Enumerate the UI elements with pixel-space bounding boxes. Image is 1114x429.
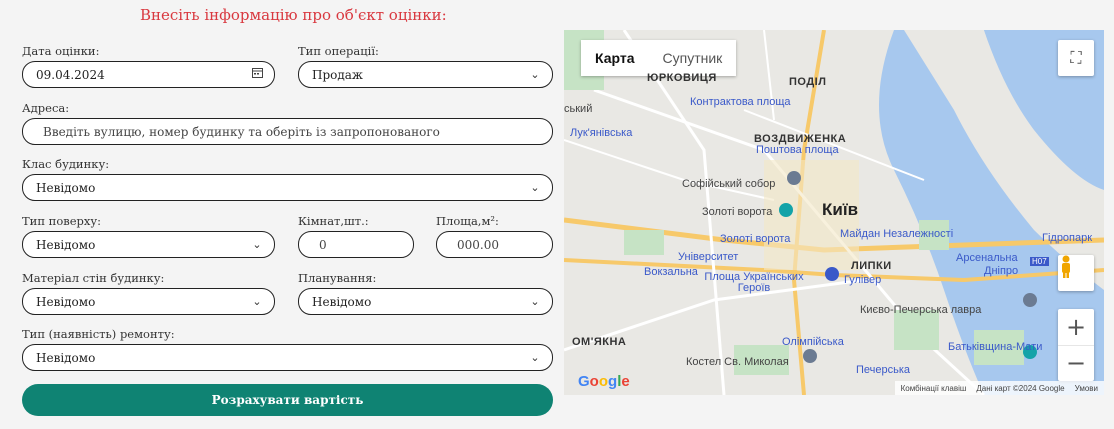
- map-data-text: Дані карт ©2024 Google: [976, 383, 1065, 393]
- rooms-label: Кімнат,шт.:: [298, 214, 369, 228]
- zoom-out-icon[interactable]: −: [1058, 346, 1094, 382]
- map-label: Майдан Незалежності: [840, 228, 954, 240]
- map-label: Софійський собор: [682, 178, 776, 190]
- chevron-down-icon: ⌄: [530, 68, 540, 81]
- map-label: ОМ'ЯКНА: [572, 336, 627, 348]
- road-badge: H07: [1030, 257, 1049, 266]
- chevron-down-icon: ⌄: [530, 351, 540, 364]
- tab-map[interactable]: Карта: [581, 40, 649, 76]
- map-label: Вокзальна: [644, 266, 698, 278]
- repair-value: Невідомо: [36, 350, 96, 365]
- park-area: [894, 310, 939, 350]
- repair-select[interactable]: Невідомо ⌄: [22, 344, 553, 371]
- landmark-marker: [779, 203, 793, 217]
- map-label: Дніпро: [984, 265, 1019, 277]
- map[interactable]: Карта Супутник ⛶ ЮРКОВИЦЯ ПОДІЛ Контракт…: [564, 30, 1104, 395]
- operation-value: Продаж: [312, 67, 363, 82]
- class-value: Невідомо: [36, 180, 96, 195]
- floor-type-label: Тип поверху:: [22, 214, 102, 228]
- form-title: Внесіть інформацію про об'єкт оцінки:: [140, 6, 447, 24]
- repair-label: Тип (наявність) ремонту:: [22, 327, 175, 341]
- keyboard-shortcuts-link[interactable]: Комбінації клавіш: [901, 384, 967, 393]
- address-placeholder: Введіть вулицю, номер будинку та оберіть…: [43, 124, 440, 139]
- map-type-tabs: Карта Супутник: [581, 40, 737, 76]
- class-label: Клас будинку:: [22, 157, 110, 171]
- address-input[interactable]: Введіть вулицю, номер будинку та оберіть…: [22, 118, 553, 145]
- layout-label: Планування:: [298, 271, 377, 285]
- chevron-down-icon: ⌄: [252, 295, 262, 308]
- map-label: Олімпійська: [782, 336, 844, 348]
- map-label: Лук'янівська: [570, 127, 633, 139]
- map-footer: Комбінації клавіш Дані карт ©2024 Google…: [894, 381, 1104, 395]
- map-label: Арсенальна: [956, 252, 1018, 264]
- pegman-icon[interactable]: [1058, 255, 1094, 291]
- layout-value: Невідомо: [312, 294, 372, 309]
- map-label: ПОДІЛ: [789, 76, 827, 88]
- map-label: ЛИПКИ: [851, 260, 892, 272]
- area-input[interactable]: 000.00: [436, 231, 553, 258]
- landmark-marker: [787, 171, 801, 185]
- map-label: Батьківщина-Мати: [948, 341, 1043, 353]
- city-label: Київ: [822, 200, 859, 219]
- map-label: Контрактова площа: [690, 96, 791, 108]
- area-label: Площа,м²:: [436, 214, 499, 228]
- map-label: ЮРКОВИЦЯ: [647, 72, 717, 84]
- map-label: Костел Св. Миколая: [686, 356, 789, 368]
- park-area: [624, 230, 664, 255]
- tab-satellite[interactable]: Супутник: [649, 40, 737, 76]
- fullscreen-icon[interactable]: ⛶: [1058, 40, 1094, 76]
- map-label: Університет: [678, 251, 739, 263]
- floor-type-value: Невідомо: [36, 237, 96, 252]
- map-label: Печерська: [856, 364, 911, 376]
- wall-value: Невідомо: [36, 294, 96, 309]
- wall-select[interactable]: Невідомо ⌄: [22, 288, 275, 315]
- address-label: Адреса:: [22, 101, 70, 115]
- operation-select[interactable]: Продаж ⌄: [298, 61, 553, 88]
- calculate-button[interactable]: Розрахувати вартість: [22, 384, 553, 416]
- zoom-in-icon[interactable]: +: [1058, 309, 1094, 346]
- chevron-down-icon: ⌄: [530, 295, 540, 308]
- map-label: ський: [564, 103, 593, 115]
- zoom-controls: + −: [1058, 309, 1094, 381]
- map-label: Поштова площа: [756, 144, 839, 156]
- date-input[interactable]: 09.04.2024: [22, 61, 275, 88]
- map-label: Києво-Печерська лавра: [860, 304, 982, 316]
- rooms-placeholder: 0: [319, 237, 327, 252]
- map-label: Гулівер: [844, 274, 882, 286]
- wall-label: Матеріал стін будинку:: [22, 271, 165, 285]
- road-minor: [564, 139, 775, 201]
- operation-label: Тип операції:: [298, 44, 379, 58]
- area-placeholder: 000.00: [457, 237, 499, 252]
- map-label: Золоті ворота: [702, 206, 773, 218]
- chevron-down-icon: ⌄: [252, 238, 262, 251]
- map-label: Гідропарк: [1042, 232, 1093, 244]
- map-label: Площа Українських Героїв: [704, 271, 804, 294]
- date-label: Дата оцінки:: [22, 44, 100, 58]
- map-label: Золоті ворота: [720, 233, 791, 245]
- layout-select[interactable]: Невідомо ⌄: [298, 288, 553, 315]
- landmark-marker: [825, 267, 839, 281]
- floor-type-select[interactable]: Невідомо ⌄: [22, 231, 275, 258]
- calendar-icon[interactable]: [240, 68, 274, 81]
- class-select[interactable]: Невідомо ⌄: [22, 174, 553, 201]
- google-logo: Google: [578, 373, 630, 390]
- terms-link[interactable]: Умови: [1075, 384, 1098, 393]
- landmark-marker: [803, 349, 817, 363]
- landmark-marker: [1023, 293, 1037, 307]
- chevron-down-icon: ⌄: [530, 181, 540, 194]
- rooms-input[interactable]: 0: [298, 231, 414, 258]
- date-value: 09.04.2024: [36, 67, 105, 82]
